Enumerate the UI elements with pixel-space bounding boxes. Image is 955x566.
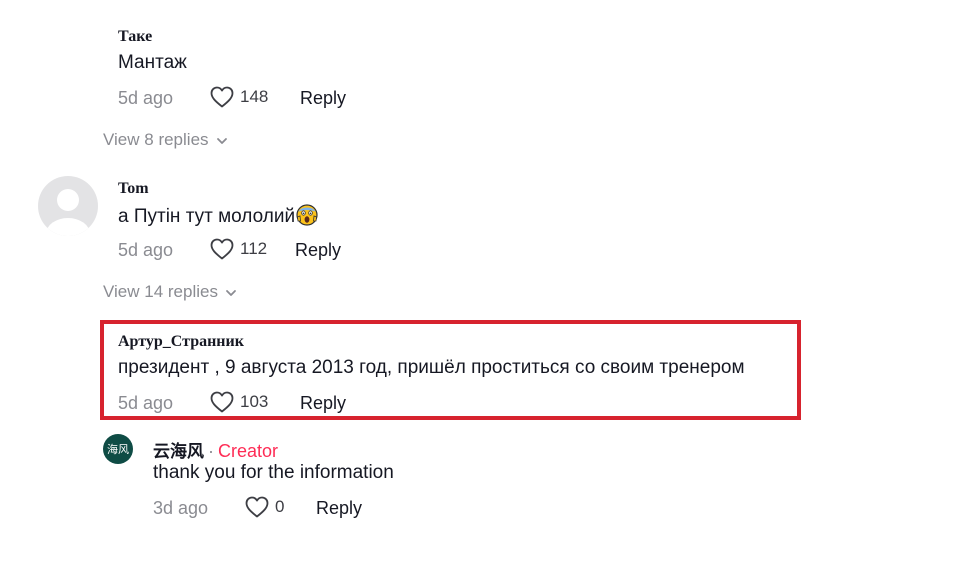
view-replies-button[interactable]: View 8 replies [103,130,229,150]
comment-username[interactable]: Артур_Странник [118,333,244,351]
creator-header: 云海风 · Creator [153,437,278,462]
chevron-down-icon [224,285,238,299]
heart-outline-icon[interactable] [210,86,234,108]
view-replies-label: View 8 replies [103,130,209,149]
creator-badge: Creator [218,441,279,461]
reply-button[interactable]: Reply [300,393,346,414]
reply-button[interactable]: Reply [295,240,341,261]
like-count: 103 [240,392,269,411]
comment-time: 5d ago [118,240,174,260]
like-count: 148 [240,87,269,106]
comment-item: Таке Мантаж 5d ago 148 Reply View 8 repl… [0,0,955,160]
view-replies-button[interactable]: View 14 replies [103,282,238,302]
like-count: 112 [240,239,268,258]
heart-outline-icon[interactable] [245,496,269,518]
like-count: 0 [275,497,285,516]
comment-username[interactable]: 云海风 [153,437,204,462]
heart-outline-icon[interactable] [210,238,234,260]
comment-username[interactable]: Таке [118,28,152,46]
comment-text: Мантаж [118,52,187,73]
comment-time: 3d ago [153,498,209,518]
comment-text: президент , 9 августа 2013 год, пришёл п… [118,357,745,378]
comment-text: thank you for the information [153,462,394,483]
person-silhouette-icon [46,189,90,236]
chevron-down-icon [215,133,229,147]
comment-time: 5d ago [118,393,174,413]
face-screaming-in-fear-icon [296,204,318,226]
view-replies-label: View 14 replies [103,282,218,301]
comment-time: 5d ago [118,88,174,108]
reply-button[interactable]: Reply [300,88,346,109]
heart-outline-icon[interactable] [210,391,234,413]
comment-text: а Путін тут мололий [118,204,318,228]
avatar[interactable] [38,176,98,236]
comment-username[interactable]: Tom [118,180,149,198]
comment-text-body: а Путін тут мололий [118,206,296,227]
creator-avatar[interactable]: 海风 [103,434,133,464]
reply-button[interactable]: Reply [316,498,362,519]
separator-dot: · [208,441,214,461]
